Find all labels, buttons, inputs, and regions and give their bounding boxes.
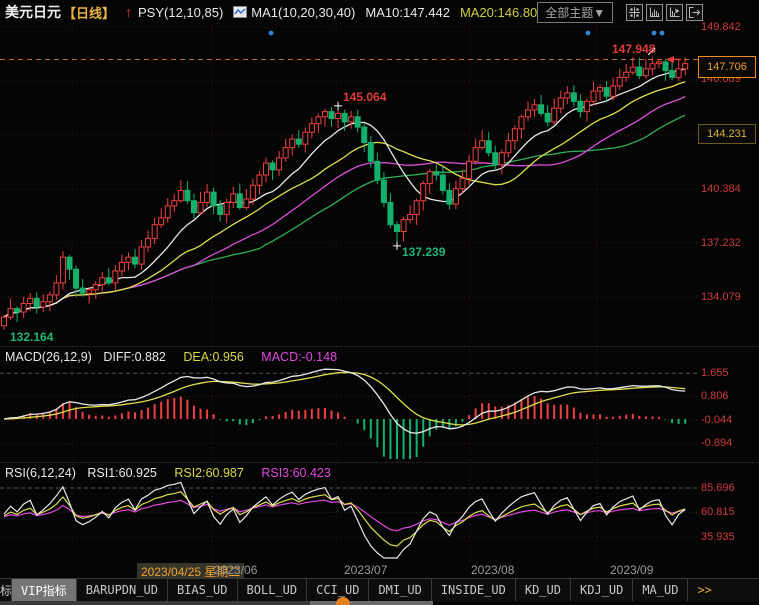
- rsi2-value: RSI2:60.987: [174, 466, 244, 480]
- july-low-annotation: 137.239: [402, 245, 445, 259]
- macd-axis-label: -0.044: [701, 414, 732, 426]
- rsi-header: RSI(6,12,24) RSI1:60.925 RSI2:60.987 RSI…: [5, 466, 331, 480]
- tab-kdj[interactable]: KDJ_UD: [571, 579, 633, 601]
- panel-separator: [0, 462, 759, 463]
- rsi-axis-label: 60.815: [701, 506, 735, 518]
- rsi-title: RSI(6,12,24): [5, 466, 76, 480]
- theme-dropdown-button[interactable]: 全部主题▼: [537, 2, 613, 23]
- price-axis-label: 140.384: [701, 183, 741, 195]
- tab-ma[interactable]: MA_UD: [633, 579, 688, 601]
- date-axis: 2023/04/25 星期二 2023/06 2023/07 2023/08 2…: [0, 562, 759, 578]
- tab-barupdn[interactable]: BARUPDN_UD: [77, 579, 168, 601]
- macd-title: MACD(26,12,9): [5, 350, 92, 364]
- toolbar: 全部主题▼: [537, 2, 703, 23]
- price-axis-label: 149.842: [701, 21, 741, 33]
- start-low-annotation: 132.164: [10, 330, 53, 344]
- tab-boll[interactable]: BOLL_UD: [238, 579, 308, 601]
- rsi-axis-label: 85.696: [701, 482, 735, 494]
- crosshair-icon[interactable]: [626, 4, 643, 21]
- tab-kd[interactable]: KD_UD: [516, 579, 571, 601]
- exit-tool-icon[interactable]: [686, 4, 703, 21]
- macd-axis-label: 0.806: [701, 390, 729, 402]
- date-label: 2023/06: [214, 563, 257, 577]
- bar-chart-tool-icon[interactable]: [646, 4, 663, 21]
- chart-play-tool-icon[interactable]: [666, 4, 683, 21]
- ma10-value: MA10:147.442: [365, 5, 450, 20]
- macd-header: MACD(26,12,9) DIFF:0.882 DEA:0.956 MACD:…: [5, 350, 337, 364]
- tab-dmi[interactable]: DMI_UD: [369, 579, 431, 601]
- rsi3-value: RSI3:60.423: [261, 466, 331, 480]
- tab-bias[interactable]: BIAS_UD: [168, 579, 238, 601]
- psy-indicator-label: PSY(12,10,85): [138, 5, 223, 20]
- scrollbar-thumb[interactable]: [310, 601, 433, 605]
- date-label: 2023/09: [610, 563, 653, 577]
- yellow-price-tag: 144.231: [698, 124, 756, 144]
- price-axis-label: 134.079: [701, 291, 741, 303]
- more-tabs-button[interactable]: >>: [688, 579, 720, 601]
- macd-chart[interactable]: [0, 347, 759, 463]
- line-chart-icon: [233, 6, 247, 18]
- tab-inside[interactable]: INSIDE_UD: [432, 579, 516, 601]
- up-arrow-icon: ↑: [125, 4, 132, 20]
- date-label: 2023/08: [471, 563, 514, 577]
- tab-vip-indicators[interactable]: VIP指标: [12, 579, 77, 601]
- tab-fragment[interactable]: 标: [0, 579, 12, 601]
- candlestick-chart[interactable]: ↗: [0, 25, 759, 346]
- high-price-annotation: 147.948: [612, 42, 655, 56]
- ma-group-label: MA1(10,20,30,40): [251, 5, 355, 20]
- rsi-axis-label: 35.935: [701, 531, 735, 543]
- macd-axis-label: 1.655: [701, 367, 729, 379]
- macd-diff-value: DIFF:0.882: [103, 350, 166, 364]
- ma20-value: MA20:146.80: [460, 5, 537, 20]
- june-high-annotation: 145.064: [343, 90, 386, 104]
- macd-axis-label: -0.894: [701, 437, 732, 449]
- chart-app-window: 美元日元 【日线】 ↑ PSY(12,10,85) MA1(10,20,30,4…: [0, 0, 759, 605]
- scrollbar-knob[interactable]: [336, 597, 350, 605]
- period-tag: 【日线】: [63, 3, 115, 22]
- macd-dea-value: DEA:0.956: [183, 350, 243, 364]
- top-bar: 美元日元 【日线】 ↑ PSY(12,10,85) MA1(10,20,30,4…: [0, 0, 759, 24]
- rsi1-value: RSI1:60.925: [87, 466, 157, 480]
- date-label: 2023/07: [344, 563, 387, 577]
- indicator-tab-bar: 标 VIP指标 BARUPDN_UD BIAS_UD BOLL_UD CCI_U…: [0, 578, 759, 601]
- horizontal-scrollbar[interactable]: [0, 601, 433, 605]
- macd-value: MACD:-0.148: [261, 350, 337, 364]
- price-axis-label: 137.232: [701, 237, 741, 249]
- current-price-tag: 147.706: [698, 56, 756, 78]
- symbol-name: 美元日元: [5, 2, 61, 22]
